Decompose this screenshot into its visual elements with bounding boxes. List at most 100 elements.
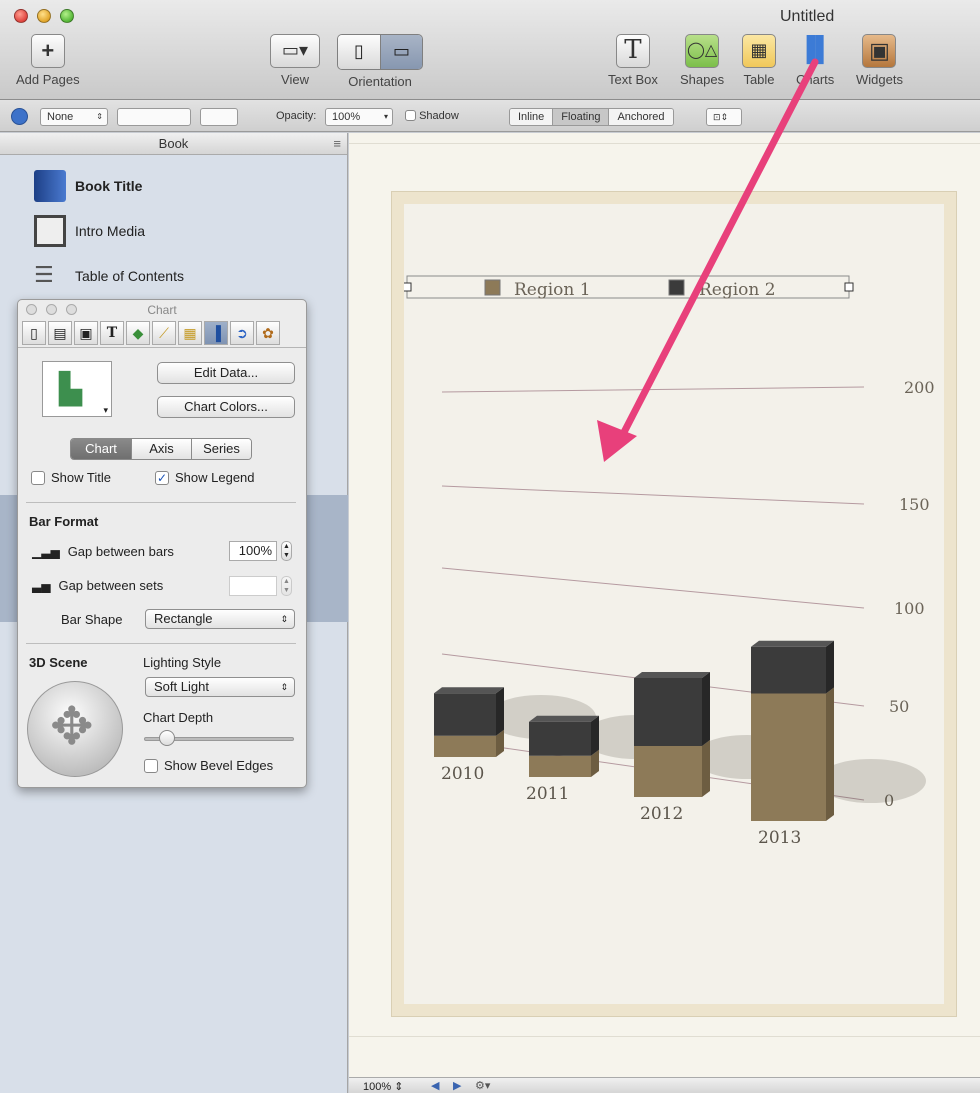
lighting-style-select[interactable]: Soft Light ⇕	[145, 677, 295, 697]
layout-inspector-icon[interactable]: ▤	[48, 321, 72, 345]
shadow-checkbox[interactable]: Shadow	[405, 110, 459, 122]
show-legend-checkbox[interactable]: ✓ Show Legend	[155, 470, 255, 485]
view-button[interactable]: ▭▾ View	[270, 34, 320, 87]
chart-colors-button[interactable]: Chart Colors...	[157, 396, 295, 418]
show-bevel-edges-box[interactable]	[144, 758, 158, 773]
tab-axis[interactable]: Axis	[131, 439, 191, 459]
book-page: 050100150200Region 1Region 2201020112012…	[391, 191, 957, 1017]
3d-rotation-control[interactable]: ✥	[27, 681, 123, 777]
sidebar-menu-icon[interactable]: ≡	[333, 133, 341, 154]
chart-graphic[interactable]: 050100150200Region 1Region 2201020112012…	[404, 204, 944, 1004]
shapes-icon: ◯△	[685, 34, 720, 68]
opacity-field[interactable]: 100% ▾	[325, 108, 393, 126]
book-icon	[34, 170, 66, 202]
fill-color-well[interactable]	[200, 108, 238, 126]
stroke-select[interactable]	[117, 108, 191, 126]
close-window-button[interactable]	[14, 9, 28, 23]
widgets-label: Widgets	[856, 72, 903, 87]
y-tick-label: 100	[894, 599, 925, 618]
style-icon[interactable]	[11, 108, 28, 125]
wrap-floating[interactable]: Floating	[552, 109, 609, 125]
inspector-titlebar: Chart	[18, 300, 306, 320]
tab-chart[interactable]: Chart	[71, 439, 131, 459]
widgets-box-icon: ▣	[862, 34, 897, 68]
edit-data-button[interactable]: Edit Data...	[157, 362, 295, 384]
next-page-icon[interactable]: ▶	[453, 1079, 461, 1092]
legend-swatch-region-1	[484, 279, 501, 296]
wrap-segmented[interactable]: Inline Floating Anchored	[509, 108, 674, 126]
metrics-inspector-icon[interactable]: ⟋	[152, 321, 176, 345]
add-pages-button[interactable]: + Add Pages	[16, 34, 80, 87]
text-box-button[interactable]: T Text Box	[608, 34, 658, 87]
chart-type-picker[interactable]: ▙ ▾	[42, 361, 112, 417]
table-inspector-icon[interactable]: ▦	[178, 321, 202, 345]
bar-region-1	[434, 735, 496, 757]
link-inspector-icon[interactable]: ➲	[230, 321, 254, 345]
chart-depth-slider-knob[interactable]	[159, 730, 175, 746]
graphic-inspector-icon[interactable]: ◆	[126, 321, 150, 345]
text-box-icon: T	[615, 34, 650, 68]
inspector-minimize-button[interactable]	[46, 304, 57, 315]
gap-between-bars-stepper[interactable]: ▲ ▼	[281, 541, 292, 561]
show-title-box[interactable]	[31, 470, 45, 485]
widgets-button[interactable]: ▣ Widgets	[856, 34, 903, 87]
shapes-button[interactable]: ◯△ Shapes	[680, 34, 724, 87]
gap-between-bars-field[interactable]: 100%	[229, 541, 277, 561]
bar-shape-value: Rectangle	[154, 611, 213, 626]
legend-label-region-1: Region 1	[514, 280, 591, 300]
inspector-zoom-button[interactable]	[66, 304, 77, 315]
style-select-value: None	[47, 111, 74, 123]
style-select[interactable]: None ⇕	[40, 108, 108, 126]
gap-between-bars-row: ▁▃▅ Gap between bars	[32, 544, 174, 559]
wrap-type-select[interactable]: ⊡⇕	[706, 108, 742, 126]
text-inspector-icon[interactable]: T	[100, 321, 124, 345]
gap-bars-icon: ▁▃▅	[32, 544, 60, 559]
sidebar-item-book-title[interactable]: Book Title	[34, 169, 142, 203]
checkmark-icon[interactable]: ✓	[155, 470, 169, 485]
wrap-inline[interactable]: Inline	[510, 109, 553, 125]
quicktime-inspector-icon[interactable]: ✿	[256, 321, 280, 345]
bar-side-region-1	[826, 687, 834, 821]
zoom-value: 100%	[363, 1081, 392, 1093]
legend-frame	[406, 275, 850, 299]
gap-between-sets-stepper[interactable]: ▲ ▼	[281, 576, 292, 596]
page-edge-line	[349, 143, 980, 144]
plus-icon: +	[30, 34, 65, 68]
bar-region-2	[529, 721, 591, 756]
bar-side-region-2	[702, 672, 710, 746]
bar-region-2	[751, 646, 826, 694]
opacity-value: 100%	[332, 111, 361, 123]
gap-between-sets-field[interactable]	[229, 576, 277, 596]
chart-inspector-icon[interactable]: ▐	[204, 321, 228, 345]
y-tick-label: 150	[899, 495, 930, 514]
previous-page-icon[interactable]: ◀	[431, 1079, 439, 1092]
sidebar-item-table-of-contents[interactable]: ☰ Table of Contents	[34, 259, 184, 293]
shadow-check-box[interactable]	[405, 110, 416, 121]
document-inspector-icon[interactable]: ▯	[22, 321, 46, 345]
gap-sets-icon: ▃▅	[32, 578, 51, 593]
zoom-window-button[interactable]	[60, 9, 74, 23]
table-button[interactable]: ▦ Table	[742, 34, 776, 87]
wrap-anchored[interactable]: Anchored	[608, 109, 673, 125]
divider	[26, 643, 296, 644]
show-bevel-edges-checkbox[interactable]: Show Bevel Edges	[144, 758, 273, 773]
wrap-inspector-icon[interactable]: ▣	[74, 321, 98, 345]
portrait-icon[interactable]: ▯	[338, 35, 380, 69]
selection-handle	[404, 282, 412, 292]
minimize-window-button[interactable]	[37, 9, 51, 23]
charts-button[interactable]: ▐▌ Charts	[796, 34, 834, 87]
show-title-checkbox[interactable]: Show Title	[31, 470, 111, 485]
tab-series[interactable]: Series	[191, 439, 251, 459]
bar-region-1	[529, 755, 591, 777]
inspector-close-button[interactable]	[26, 304, 37, 315]
table-icon: ▦	[742, 34, 776, 68]
sidebar-item-intro-media[interactable]: Intro Media	[34, 214, 145, 248]
orientation-segmented[interactable]: ▯ ▭	[337, 34, 423, 70]
orientation-control[interactable]: ▯ ▭ Orientation	[337, 34, 423, 89]
bar-shape-label: Bar Shape	[61, 612, 123, 627]
bar-shape-select[interactable]: Rectangle ⇕	[145, 609, 295, 629]
inspector-tabs[interactable]: Chart Axis Series	[70, 438, 252, 460]
zoom-select[interactable]: 100% ⇕	[363, 1080, 403, 1093]
gear-icon[interactable]: ⚙▾	[475, 1079, 490, 1092]
landscape-icon[interactable]: ▭	[380, 35, 422, 69]
